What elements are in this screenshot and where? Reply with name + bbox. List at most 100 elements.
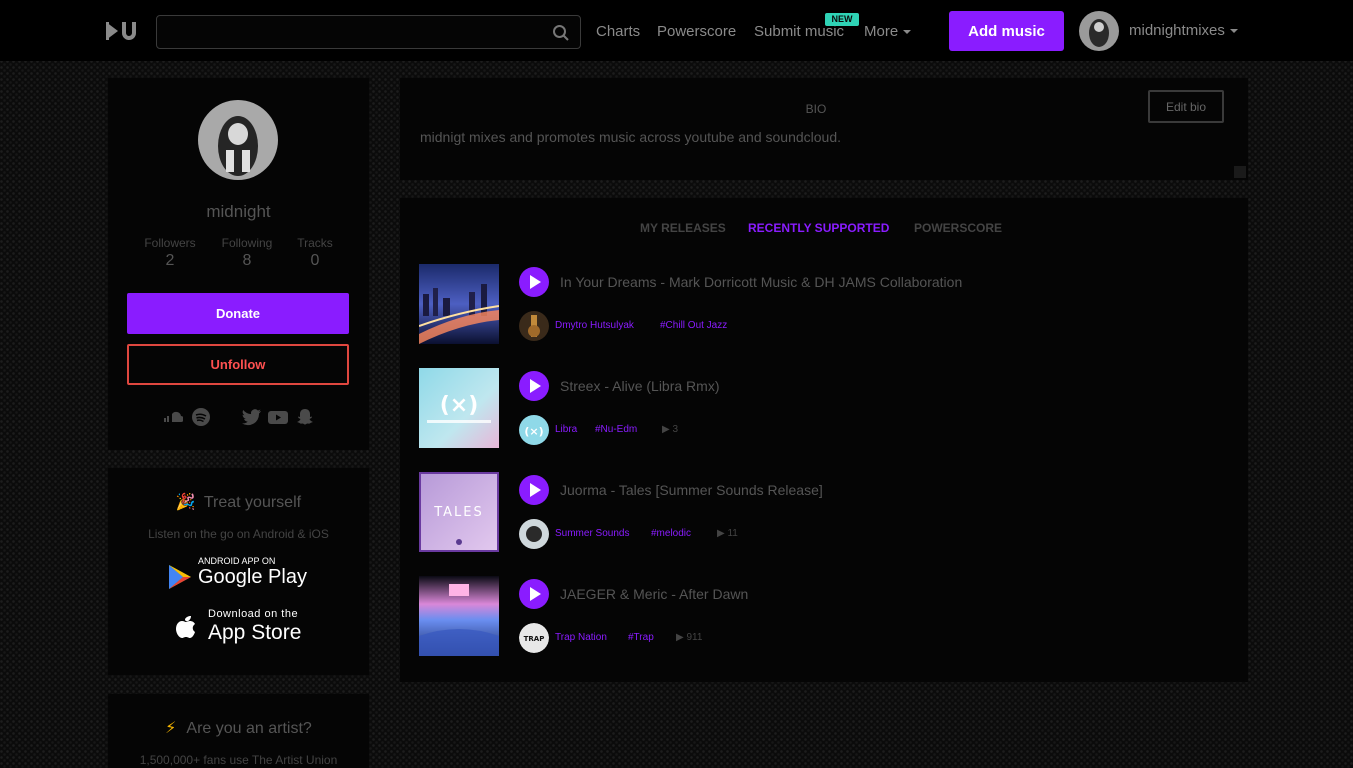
unfollow-button[interactable]: Unfollow (127, 344, 349, 385)
google-play-badge[interactable]: ANDROID APP ON Google Play (168, 555, 318, 597)
track-title[interactable]: Juorma - Tales [Summer Sounds Release] (560, 482, 823, 498)
google-play-small-text: ANDROID APP ON (198, 556, 276, 566)
track-title[interactable]: JAEGER & Meric - After Dawn (560, 586, 748, 602)
tab-powerscore[interactable]: POWERSCORE (914, 221, 1002, 235)
track-title[interactable]: Streex - Alive (Libra Rmx) (560, 378, 719, 394)
chevron-down-icon (903, 30, 912, 35)
apple-icon (176, 616, 195, 638)
owner-link[interactable]: Trap Nation (555, 632, 607, 643)
followers-stat[interactable]: Followers 2 (135, 236, 205, 270)
owner-link[interactable]: Libra (555, 424, 577, 435)
search-input[interactable] (165, 16, 545, 48)
profile-avatar (198, 100, 278, 180)
play-button[interactable] (519, 267, 549, 297)
stat-label: Tracks (297, 236, 333, 250)
owner-link[interactable]: Dmytro Hutsulyak (555, 320, 634, 331)
nav-more[interactable]: More (864, 23, 912, 40)
track-row: JAEGER & Meric - After Dawn TRAP Trap Na… (419, 576, 1219, 658)
profile-name: midnight (206, 202, 271, 221)
track-row: In Your Dreams - Mark Dorricott Music & … (419, 264, 1219, 346)
stat-value: 8 (242, 252, 252, 269)
genre-tag[interactable]: #Chill Out Jazz (660, 320, 727, 331)
donate-button[interactable]: Donate (127, 293, 349, 334)
new-badge: NEW (825, 13, 859, 26)
party-popper-icon: 🎉 (175, 494, 196, 511)
bio-text: midnigt mixes and promotes music across … (420, 129, 841, 145)
bio-card: BIO Edit bio midnigt mixes and promotes … (400, 78, 1248, 180)
plays-icon: ▶ (717, 528, 728, 539)
stat-value: 0 (310, 252, 320, 269)
soundcloud-icon[interactable] (161, 407, 183, 427)
artist-promo-card: ⚡ Are you an artist? 1,500,000+ fans use … (108, 694, 369, 768)
track-cover[interactable] (419, 264, 499, 344)
track-cover[interactable]: (×) (419, 368, 499, 448)
track-row: (×) Streex - Alive (Libra Rmx) (×) Libra… (419, 368, 1219, 450)
google-play-icon (169, 565, 191, 589)
spotify-icon[interactable] (190, 407, 212, 427)
track-cover[interactable] (419, 576, 499, 656)
track-cover[interactable]: TALES (419, 472, 499, 552)
username-label: midnightmixes (1129, 22, 1225, 39)
stat-value: 2 (165, 252, 175, 269)
tracks-stat[interactable]: Tracks 0 (280, 236, 350, 270)
play-count: ▶ 11 (717, 528, 738, 539)
owner-avatar[interactable] (519, 311, 549, 341)
plays-icon: ▶ (676, 632, 687, 643)
play-button[interactable] (519, 579, 549, 609)
owner-avatar[interactable]: (×) (519, 415, 549, 445)
app-store-big-text: App Store (208, 621, 302, 644)
track-title[interactable]: In Your Dreams - Mark Dorricott Music & … (560, 274, 962, 290)
youtube-icon[interactable] (267, 407, 289, 427)
app-store-badge[interactable]: Download on the App Store (168, 607, 318, 649)
svg-text:TRAP: TRAP (524, 635, 545, 643)
bio-label: BIO (805, 102, 827, 116)
nav-charts[interactable]: Charts (596, 23, 640, 40)
svg-text:TALES: TALES (433, 505, 484, 520)
resize-handle[interactable] (1234, 166, 1246, 178)
play-button[interactable] (519, 475, 549, 505)
nav-more-label: More (864, 23, 899, 40)
play-count-value: 11 (727, 528, 738, 539)
play-count: ▶ 911 (676, 632, 702, 643)
promo-title: 🎉 Treat yourself (108, 492, 369, 512)
play-count-value: 3 (672, 424, 679, 435)
user-avatar[interactable] (1079, 11, 1119, 51)
stat-label: Followers (144, 236, 196, 250)
promo-subtitle: Listen on the go on Android & iOS (148, 527, 329, 541)
app-store-small-text: Download on the (208, 608, 299, 620)
snapchat-icon[interactable] (294, 407, 316, 427)
artist-title-text: Are you an artist? (186, 720, 312, 737)
plays-icon: ▶ (662, 424, 673, 435)
svg-text:(×): (×) (524, 425, 543, 438)
following-stat[interactable]: Following 8 (212, 236, 282, 270)
play-count-value: 911 (686, 632, 703, 643)
search-bar (156, 15, 581, 49)
genre-tag[interactable]: #melodic (651, 528, 691, 539)
app-promo-card: 🎉 Treat yourself Listen on the go on Andr… (108, 468, 369, 675)
genre-tag[interactable]: #Nu-Edm (595, 424, 637, 435)
track-row: TALES Juorma - Tales [Summer Sounds Rele… (419, 472, 1219, 554)
promo-title-text: Treat yourself (203, 494, 302, 511)
play-button[interactable] (519, 371, 549, 401)
artist-subtitle: 1,500,000+ fans use The Artist Union (139, 753, 338, 767)
profile-card: midnight Followers 2 Following 8 Tracks … (108, 78, 369, 450)
releases-card: MY RELEASES RECENTLY SUPPORTED POWERSCOR… (400, 198, 1248, 682)
search-icon[interactable] (552, 24, 570, 42)
lightning-icon: ⚡ (165, 720, 177, 737)
tab-my-releases[interactable]: MY RELEASES (640, 221, 726, 235)
svg-text:(×): (×) (440, 393, 479, 418)
owner-avatar[interactable] (519, 519, 549, 549)
stat-label: Following (221, 236, 273, 250)
edit-bio-button[interactable]: Edit bio (1148, 90, 1224, 123)
add-music-button[interactable]: Add music (949, 11, 1064, 51)
user-menu[interactable]: midnightmixes (1129, 22, 1238, 39)
nav-powerscore[interactable]: Powerscore (657, 23, 736, 40)
site-logo[interactable] (106, 20, 138, 42)
twitter-icon[interactable] (241, 407, 263, 427)
artist-title: ⚡ Are you an artist? (108, 718, 369, 738)
tab-recently-supported[interactable]: RECENTLY SUPPORTED (748, 221, 889, 235)
genre-tag[interactable]: #Trap (628, 632, 654, 643)
top-navbar: Charts Powerscore Submit music NEW More … (0, 0, 1353, 61)
owner-link[interactable]: Summer Sounds (555, 528, 629, 539)
owner-avatar[interactable]: TRAP (519, 623, 549, 653)
